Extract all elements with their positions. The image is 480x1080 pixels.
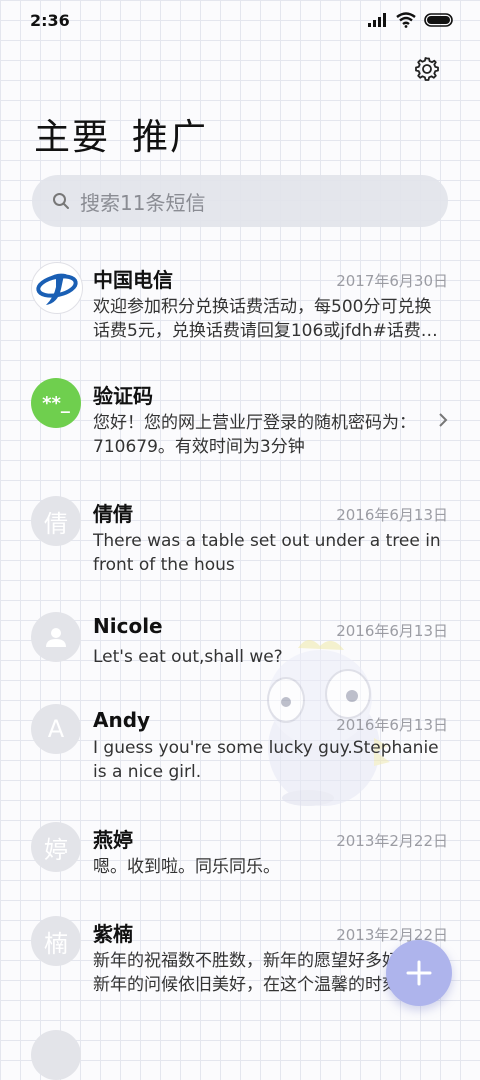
status-icons (368, 12, 454, 28)
settings-gear-icon[interactable] (414, 56, 440, 82)
conversation-item[interactable]: Nicole 2016年6月13日 Let's eat out,shall we… (0, 608, 480, 698)
status-time: 2:36 (30, 11, 70, 30)
china-telecom-logo-icon (36, 273, 78, 305)
avatar-verification-code: **_ (31, 378, 81, 428)
wifi-icon (396, 12, 416, 28)
message-date: 2016年6月13日 (336, 506, 448, 524)
contact-name: 倩倩 (93, 502, 133, 526)
plus-icon (406, 960, 432, 986)
contact-name: Nicole (93, 614, 163, 638)
contact-name: 紫楠 (93, 922, 133, 946)
conversation-item[interactable]: 中国电信 2017年6月30日 欢迎参加积分兑换话费活动，每500分可兑换话费5… (0, 258, 480, 368)
tab-promotions[interactable]: 推广 (132, 108, 208, 160)
message-preview: 嗯。收到啦。同乐同乐。 (93, 857, 280, 877)
message-preview: There was a table set out under a tree i… (93, 531, 441, 575)
contact-name: 燕婷 (93, 828, 133, 852)
avatar-initial: 倩 (31, 496, 81, 546)
contact-name: 中国电信 (93, 268, 173, 292)
message-date: 2017年6月30日 (336, 272, 448, 290)
avatar-initial: A (31, 704, 81, 754)
avatar-initial: 楠 (31, 916, 81, 966)
new-message-button[interactable] (386, 940, 452, 1006)
chevron-right-icon[interactable] (436, 412, 450, 428)
conversation-item[interactable]: 倩 倩倩 2016年6月13日 There was a table set ou… (0, 492, 480, 602)
message-date: 2013年2月22日 (336, 832, 448, 850)
search-bar[interactable]: 搜索11条短信 (32, 175, 448, 227)
contact-name: Andy (93, 708, 151, 732)
contact-name: 验证码 (93, 384, 153, 408)
status-bar: 2:36 (0, 0, 480, 40)
avatar-initial: 婷 (31, 822, 81, 872)
conversation-item[interactable]: **_ 验证码 您好！您的网上营业厅登录的随机密码为：710679。有效时间为3… (0, 374, 480, 484)
message-date: 2016年6月13日 (336, 716, 448, 734)
conversation-item[interactable]: 婷 燕婷 2013年2月22日 嗯。收到啦。同乐同乐。 (0, 818, 480, 908)
message-preview: Let's eat out,shall we? (93, 647, 283, 667)
avatar-person (31, 612, 81, 662)
message-preview: I guess you're some lucky guy.Stephanie … (93, 738, 439, 782)
message-preview: 欢迎参加积分兑换话费活动，每500分可兑换话费5元，兑换话费请回复106或jfd… (93, 297, 438, 341)
avatar-initial (31, 1030, 81, 1080)
signal-icon (368, 13, 386, 27)
tab-main[interactable]: 主要 (34, 108, 110, 160)
avatar-china-telecom (31, 262, 83, 314)
message-preview: 您好！您的网上营业厅登录的随机密码为：710679。有效时间为3分钟 (93, 413, 416, 457)
conversation-item[interactable]: A Andy 2016年6月13日 I guess you're some lu… (0, 702, 480, 812)
battery-icon (424, 13, 453, 27)
person-icon (46, 628, 66, 647)
search-placeholder: 搜索11条短信 (80, 190, 206, 215)
search-icon (53, 193, 69, 209)
tab-bar: 主要 推广 (34, 108, 208, 160)
conversation-item[interactable] (0, 1028, 480, 1080)
message-date: 2016年6月13日 (336, 622, 448, 640)
